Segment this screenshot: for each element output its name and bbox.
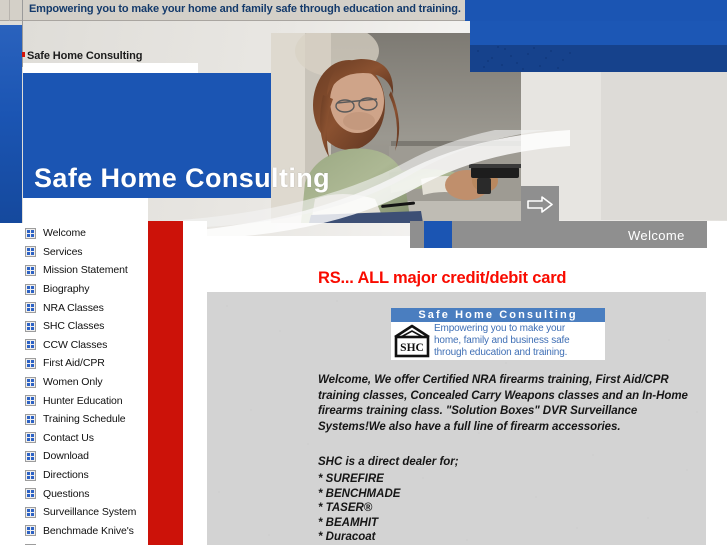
dealer-list-item: * SUREFIRE [318, 473, 384, 485]
sidebar-item-label: CCW Classes [43, 338, 108, 351]
page-label-bar-endcap [707, 221, 727, 248]
grid-bullet-icon [25, 246, 36, 258]
grid-bullet-icon [25, 302, 36, 314]
sidebar-item-label: Contact Us [43, 431, 94, 444]
sidebar-item-label: Surveillance System [43, 506, 137, 519]
grid-bullet-icon [25, 395, 36, 407]
chrome-divider [22, 21, 23, 67]
sidebar-item-training-schedule[interactable]: Training Schedule [23, 410, 148, 429]
page-label: Welcome [628, 228, 685, 243]
sidebar-item-services[interactable]: Services [23, 243, 148, 262]
house-shc-icon: SHC [392, 323, 432, 359]
sidebar-item-first-aid-cpr[interactable]: First Aid/CPR [23, 354, 148, 373]
dealer-list-item: * BENCHMADE [318, 487, 401, 500]
page-label-blue-square [424, 221, 452, 248]
tagline-text: Empowering you to make your home and fam… [29, 3, 461, 15]
sidebar-item-label: Hunter Education [43, 394, 123, 407]
grid-bullet-icon [25, 376, 36, 388]
sidebar-nav-list: Welcome Services Mission Statement Biograph… [23, 224, 148, 545]
grid-bullet-icon [25, 413, 36, 425]
dealer-list: * SUREFIRE * BENCHMADE * TASER® * BEAMHIT * … [318, 472, 658, 545]
company-logo: Safe Home Consulting SHC Empowering you … [391, 308, 605, 360]
grid-bullet-icon [25, 488, 36, 500]
sidebar-item-download[interactable]: Download [23, 447, 148, 466]
sidebar-item-benchmade-knive-s[interactable]: Benchmade Knive's [23, 522, 148, 541]
sidebar-item-nra-classes[interactable]: NRA Classes [23, 298, 148, 317]
promo-headline: RS... ALL major credit/debit card [318, 269, 567, 287]
grid-bullet-icon [25, 320, 36, 332]
sidebar-item-label: Services [43, 245, 83, 258]
sidebar-item-specter-gear[interactable]: Specter Gear [23, 540, 148, 545]
document-title: Safe Home Consulting [27, 50, 143, 62]
sidebar-item-label: Mission Statement [43, 264, 128, 277]
sidebar-item-label: Training Schedule [43, 413, 126, 426]
document-title-underline [23, 63, 198, 73]
sidebar-right-margin [183, 221, 207, 545]
site-title: Safe Home Consulting [34, 163, 331, 193]
sidebar-item-directions[interactable]: Directions [23, 466, 148, 485]
sidebar-item-label: Directions [43, 469, 89, 482]
dealer-list-item: * Duracoat [318, 531, 376, 544]
sidebar-item-label: Welcome [43, 227, 86, 240]
hero-left-blue-band [0, 25, 22, 223]
svg-text:SHC: SHC [400, 342, 424, 354]
dot-texture [477, 46, 571, 70]
logo-tagline: Empowering you to make your home, family… [432, 323, 570, 358]
sidebar-item-questions[interactable]: Questions [23, 484, 148, 503]
sidebar-item-biography[interactable]: Biography [23, 280, 148, 299]
logo-tagline-line1: Empowering you to make your [434, 323, 566, 334]
sidebar-item-label: First Aid/CPR [43, 357, 105, 370]
page-root: Empowering you to make your home and fam… [0, 0, 727, 545]
sidebar-item-hunter-education[interactable]: Hunter Education [23, 391, 148, 410]
sidebar-item-label: Questions [43, 487, 90, 500]
sidebar-item-women-only[interactable]: Women Only [23, 373, 148, 392]
sidebar-item-ccw-classes[interactable]: CCW Classes [23, 336, 148, 355]
grid-bullet-icon [25, 525, 36, 537]
grid-bullet-icon [25, 450, 36, 462]
sidebar-item-welcome[interactable]: Welcome [23, 224, 148, 243]
sidebar-item-label: NRA Classes [43, 301, 104, 314]
logo-tagline-line3: through education and training. [434, 346, 568, 358]
welcome-paragraph: Welcome, We offer Certified NRA firearms… [318, 374, 688, 433]
grid-bullet-icon [25, 506, 36, 518]
hero-topright-blue-block [470, 21, 727, 45]
dealer-list-item: * TASER® [318, 502, 373, 515]
sidebar-item-surveillance-system[interactable]: Surveillance System [23, 503, 148, 522]
sidebar-red-strip [148, 221, 183, 545]
sidebar-item-shc-classes[interactable]: SHC Classes [23, 317, 148, 336]
sidebar-item-label: Download [43, 450, 89, 463]
grid-bullet-icon [25, 469, 36, 481]
sidebar-item-mission-statement[interactable]: Mission Statement [23, 261, 148, 280]
dealer-list-item: * BEAMHIT [318, 516, 379, 529]
tagline-bar: Empowering you to make your home and fam… [0, 0, 727, 21]
grid-bullet-icon [25, 283, 36, 295]
right-arrow-icon[interactable] [527, 196, 553, 213]
sidebar: Welcome Services Mission Statement Biograph… [23, 198, 148, 545]
grid-bullet-icon [25, 357, 36, 369]
tagline-blue-block [465, 0, 727, 21]
grid-bullet-icon [25, 339, 36, 351]
grid-bullet-icon [25, 264, 36, 276]
sidebar-item-label: Women Only [43, 376, 103, 389]
sidebar-item-label: Benchmade Knive's [43, 524, 134, 537]
hero-topright-darkblue-block [470, 45, 727, 72]
logo-header-text: Safe Home Consulting [391, 308, 605, 322]
dealer-heading: SHC is a direct dealer for; [318, 456, 459, 468]
sidebar-left-margin [0, 223, 23, 545]
sidebar-item-contact-us[interactable]: Contact Us [23, 429, 148, 448]
tagline-divider [22, 0, 23, 21]
grid-bullet-icon [25, 227, 36, 239]
grid-bullet-icon [25, 432, 36, 444]
tagline-divider-outer [9, 0, 10, 21]
logo-tagline-line2: home, family and business safe [434, 334, 570, 346]
sidebar-item-label: Biography [43, 283, 90, 296]
sidebar-item-label: SHC Classes [43, 320, 105, 333]
